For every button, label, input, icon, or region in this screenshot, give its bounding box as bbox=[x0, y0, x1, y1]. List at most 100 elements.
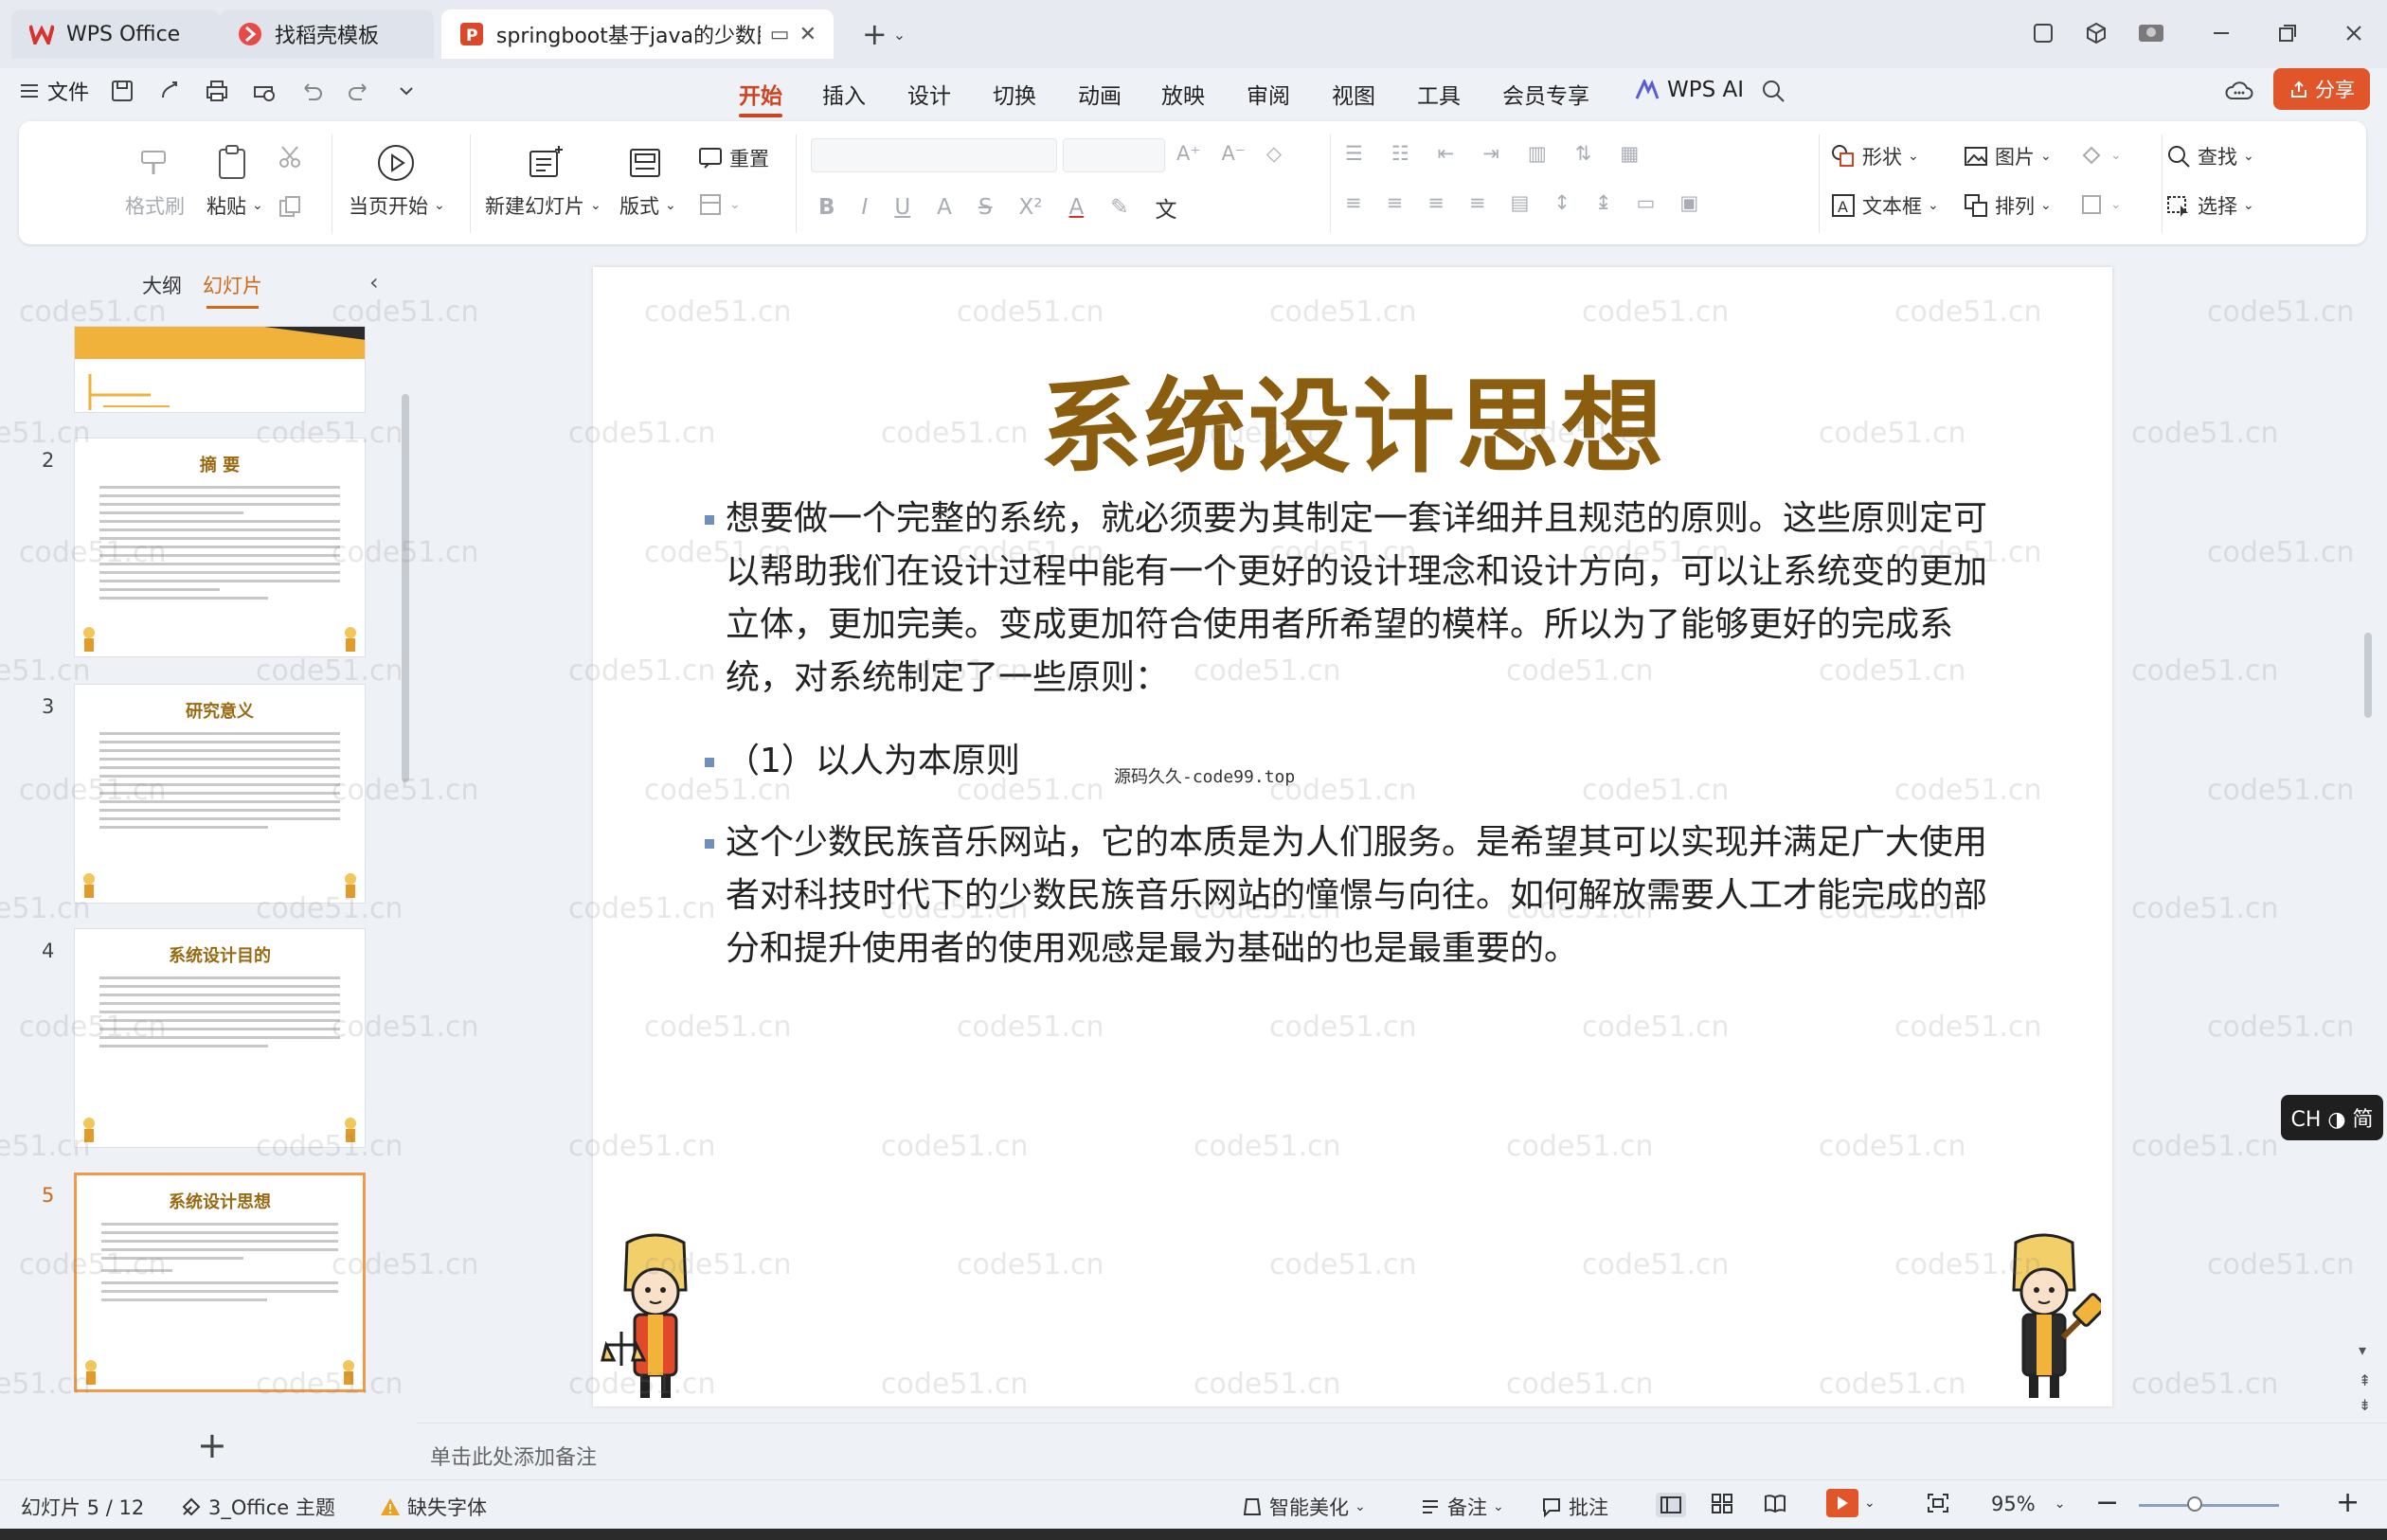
menu-home[interactable]: 开始 bbox=[739, 78, 782, 117]
text-fit-icon[interactable]: ▣ bbox=[1679, 191, 1698, 214]
menu-slideshow[interactable]: 放映 bbox=[1161, 78, 1205, 110]
export-pdf-icon[interactable] bbox=[155, 77, 184, 105]
fit-window-icon[interactable] bbox=[1927, 1493, 1949, 1513]
scroll-down-icon[interactable]: ▾ bbox=[2359, 1341, 2366, 1359]
comments-button[interactable]: 批注 bbox=[1540, 1493, 1608, 1521]
bullet-list-icon[interactable]: ☰ bbox=[1345, 142, 1363, 165]
section-button[interactable]: ⌄ bbox=[697, 191, 741, 218]
convert-smartart-icon[interactable]: ▦ bbox=[1620, 142, 1639, 165]
normal-view-icon[interactable] bbox=[1656, 1493, 1686, 1517]
screen-icon[interactable]: ▭ bbox=[770, 23, 790, 46]
wps-ai-menu[interactable]: WPS AI bbox=[1635, 78, 1744, 102]
cut-icon[interactable] bbox=[277, 144, 303, 170]
justify-icon[interactable]: ≡ bbox=[1469, 191, 1486, 214]
layout-button[interactable]: 版式 ⌄ bbox=[619, 191, 676, 220]
play-icon[interactable] bbox=[375, 142, 417, 184]
search-icon[interactable] bbox=[1760, 78, 1786, 104]
tab-current-document[interactable]: P springboot基于java的少数民 ▭ ✕ bbox=[441, 9, 834, 59]
clear-format-icon[interactable]: ◇ bbox=[1266, 142, 1282, 165]
zoom-in-button[interactable]: + bbox=[2336, 1486, 2360, 1519]
tab-template-store[interactable]: 找稻壳模板 bbox=[220, 9, 434, 59]
collapse-panel-icon[interactable]: ‹ bbox=[369, 269, 379, 295]
highlight-icon[interactable]: ✎ bbox=[1110, 195, 1128, 220]
print-preview-icon[interactable] bbox=[250, 77, 278, 105]
slide-canvas[interactable]: 系统设计思想 想要做一个完整的系统，就必须要为其制定一套详细并且规范的原则。这些… bbox=[593, 267, 2112, 1406]
menu-insert[interactable]: 插入 bbox=[822, 78, 866, 110]
ime-indicator[interactable]: CH ◑ 简 bbox=[2281, 1095, 2383, 1140]
arrange-button[interactable]: 排列 ⌄ bbox=[1963, 191, 2052, 220]
close-tab-icon[interactable]: ✕ bbox=[799, 23, 817, 46]
select-button[interactable]: 选择 ⌄ bbox=[2165, 191, 2254, 220]
new-slide-button[interactable]: 新建幻灯片 ⌄ bbox=[485, 191, 601, 220]
add-slide-button[interactable]: + bbox=[197, 1424, 227, 1466]
tab-slides[interactable]: 幻灯片 bbox=[203, 271, 262, 309]
chevron-down-icon[interactable] bbox=[392, 77, 421, 105]
play-slideshow-button[interactable]: ⌄ bbox=[1826, 1489, 1876, 1517]
canvas-scrollbar[interactable] bbox=[2364, 633, 2372, 718]
font-size-select[interactable] bbox=[1063, 138, 1165, 172]
numbered-list-icon[interactable]: ☷ bbox=[1391, 142, 1409, 165]
slide-title[interactable]: 系统设计思想 bbox=[593, 345, 2112, 492]
share-button[interactable]: 分享 bbox=[2273, 68, 2370, 110]
textbox-button[interactable]: A 文本框 ⌄ bbox=[1830, 191, 1939, 220]
bullet-paragraph-1[interactable]: 想要做一个完整的系统，就必须要为其制定一套详细并且规范的原则。这些原则定可以帮助… bbox=[705, 492, 2014, 705]
text-columns-icon[interactable]: ▥ bbox=[1528, 142, 1547, 165]
align-center-icon[interactable]: ≡ bbox=[1387, 191, 1404, 214]
notes-pane[interactable]: 单击此处添加备注 bbox=[417, 1423, 2387, 1479]
text-direction-icon[interactable]: ⇅ bbox=[1575, 142, 1592, 165]
layout-icon[interactable] bbox=[625, 142, 667, 184]
format-painter-icon[interactable] bbox=[133, 142, 174, 184]
missing-font-button[interactable]: 缺失字体 bbox=[379, 1493, 487, 1521]
menu-transition[interactable]: 切换 bbox=[993, 78, 1036, 110]
slide-thumbnail-2[interactable]: 摘 要 bbox=[74, 438, 366, 657]
menu-review[interactable]: 审阅 bbox=[1247, 78, 1290, 110]
bullet-paragraph-2[interactable]: （1）以人为本原则 bbox=[705, 735, 2014, 788]
zoom-slider-handle[interactable] bbox=[2187, 1496, 2203, 1512]
paragraph-spacing-icon[interactable]: ↨ bbox=[1595, 191, 1612, 214]
slide-thumbnail-1[interactable] bbox=[74, 326, 366, 413]
menu-member[interactable]: 会员专享 bbox=[1502, 78, 1589, 110]
align-left-icon[interactable]: ≡ bbox=[1345, 191, 1362, 214]
picture-button[interactable]: 图片 ⌄ bbox=[1963, 142, 2052, 170]
slide-sorter-icon[interactable] bbox=[1711, 1493, 1733, 1513]
shape-button[interactable]: 形状 ⌄ bbox=[1830, 142, 1919, 170]
bullet-paragraph-3[interactable]: 这个少数民族音乐网站，它的本质是为人们服务。是希望其可以实现并满足广大使用者对科… bbox=[705, 816, 2014, 976]
menu-tools[interactable]: 工具 bbox=[1417, 78, 1461, 110]
reading-view-icon[interactable] bbox=[1764, 1493, 1786, 1513]
copy-icon[interactable] bbox=[277, 193, 303, 220]
undo-icon[interactable] bbox=[297, 77, 326, 105]
new-slide-icon[interactable] bbox=[525, 142, 566, 184]
bold-icon[interactable]: B bbox=[818, 195, 835, 220]
smart-beautify-button[interactable]: 智能美化 ⌄ bbox=[1241, 1493, 1366, 1521]
reset-button[interactable]: 重置 bbox=[697, 144, 769, 172]
panel-scrollbar[interactable] bbox=[402, 394, 409, 782]
zoom-out-button[interactable]: − bbox=[2095, 1486, 2119, 1519]
paste-button[interactable]: 粘贴 ⌄ bbox=[206, 191, 263, 220]
avatar[interactable] bbox=[2137, 19, 2165, 47]
align-text-icon[interactable]: ▭ bbox=[1637, 191, 1656, 214]
decrease-font-icon[interactable]: A⁻ bbox=[1221, 142, 1245, 165]
tab-wps-office[interactable]: WPS Office bbox=[11, 9, 220, 59]
restore-icon[interactable] bbox=[2273, 19, 2302, 47]
window-layout-icon[interactable] bbox=[2029, 19, 2057, 47]
menu-design[interactable]: 设计 bbox=[907, 78, 951, 110]
increase-font-icon[interactable]: A⁺ bbox=[1176, 142, 1200, 165]
minimize-icon[interactable] bbox=[2207, 19, 2235, 47]
cloud-icon[interactable] bbox=[2224, 76, 2254, 106]
close-icon[interactable] bbox=[2340, 19, 2368, 47]
paste-icon[interactable] bbox=[212, 142, 254, 184]
line-spacing-icon[interactable]: ↕ bbox=[1553, 191, 1570, 214]
theme-button[interactable]: 3_Office 主题 bbox=[180, 1493, 335, 1521]
menu-animation[interactable]: 动画 bbox=[1078, 78, 1122, 110]
next-slide-icon[interactable]: ⇟ bbox=[2359, 1396, 2371, 1414]
phonetic-guide-icon[interactable]: 文 bbox=[1156, 191, 1177, 224]
slide-thumbnail-5[interactable]: 系统设计思想 bbox=[74, 1173, 366, 1392]
tab-outline[interactable]: 大纲 bbox=[142, 271, 182, 299]
hamburger-menu-icon[interactable]: 文件 bbox=[19, 76, 89, 106]
prev-slide-icon[interactable]: ⇞ bbox=[2359, 1371, 2371, 1389]
format-painter-button[interactable]: 格式刷 bbox=[125, 191, 185, 220]
outline-button[interactable]: ⌄ bbox=[2078, 191, 2122, 218]
play-from-current-button[interactable]: 当页开始 ⌄ bbox=[349, 191, 445, 220]
font-family-select[interactable] bbox=[811, 138, 1057, 172]
zoom-slider[interactable] bbox=[2139, 1504, 2279, 1507]
